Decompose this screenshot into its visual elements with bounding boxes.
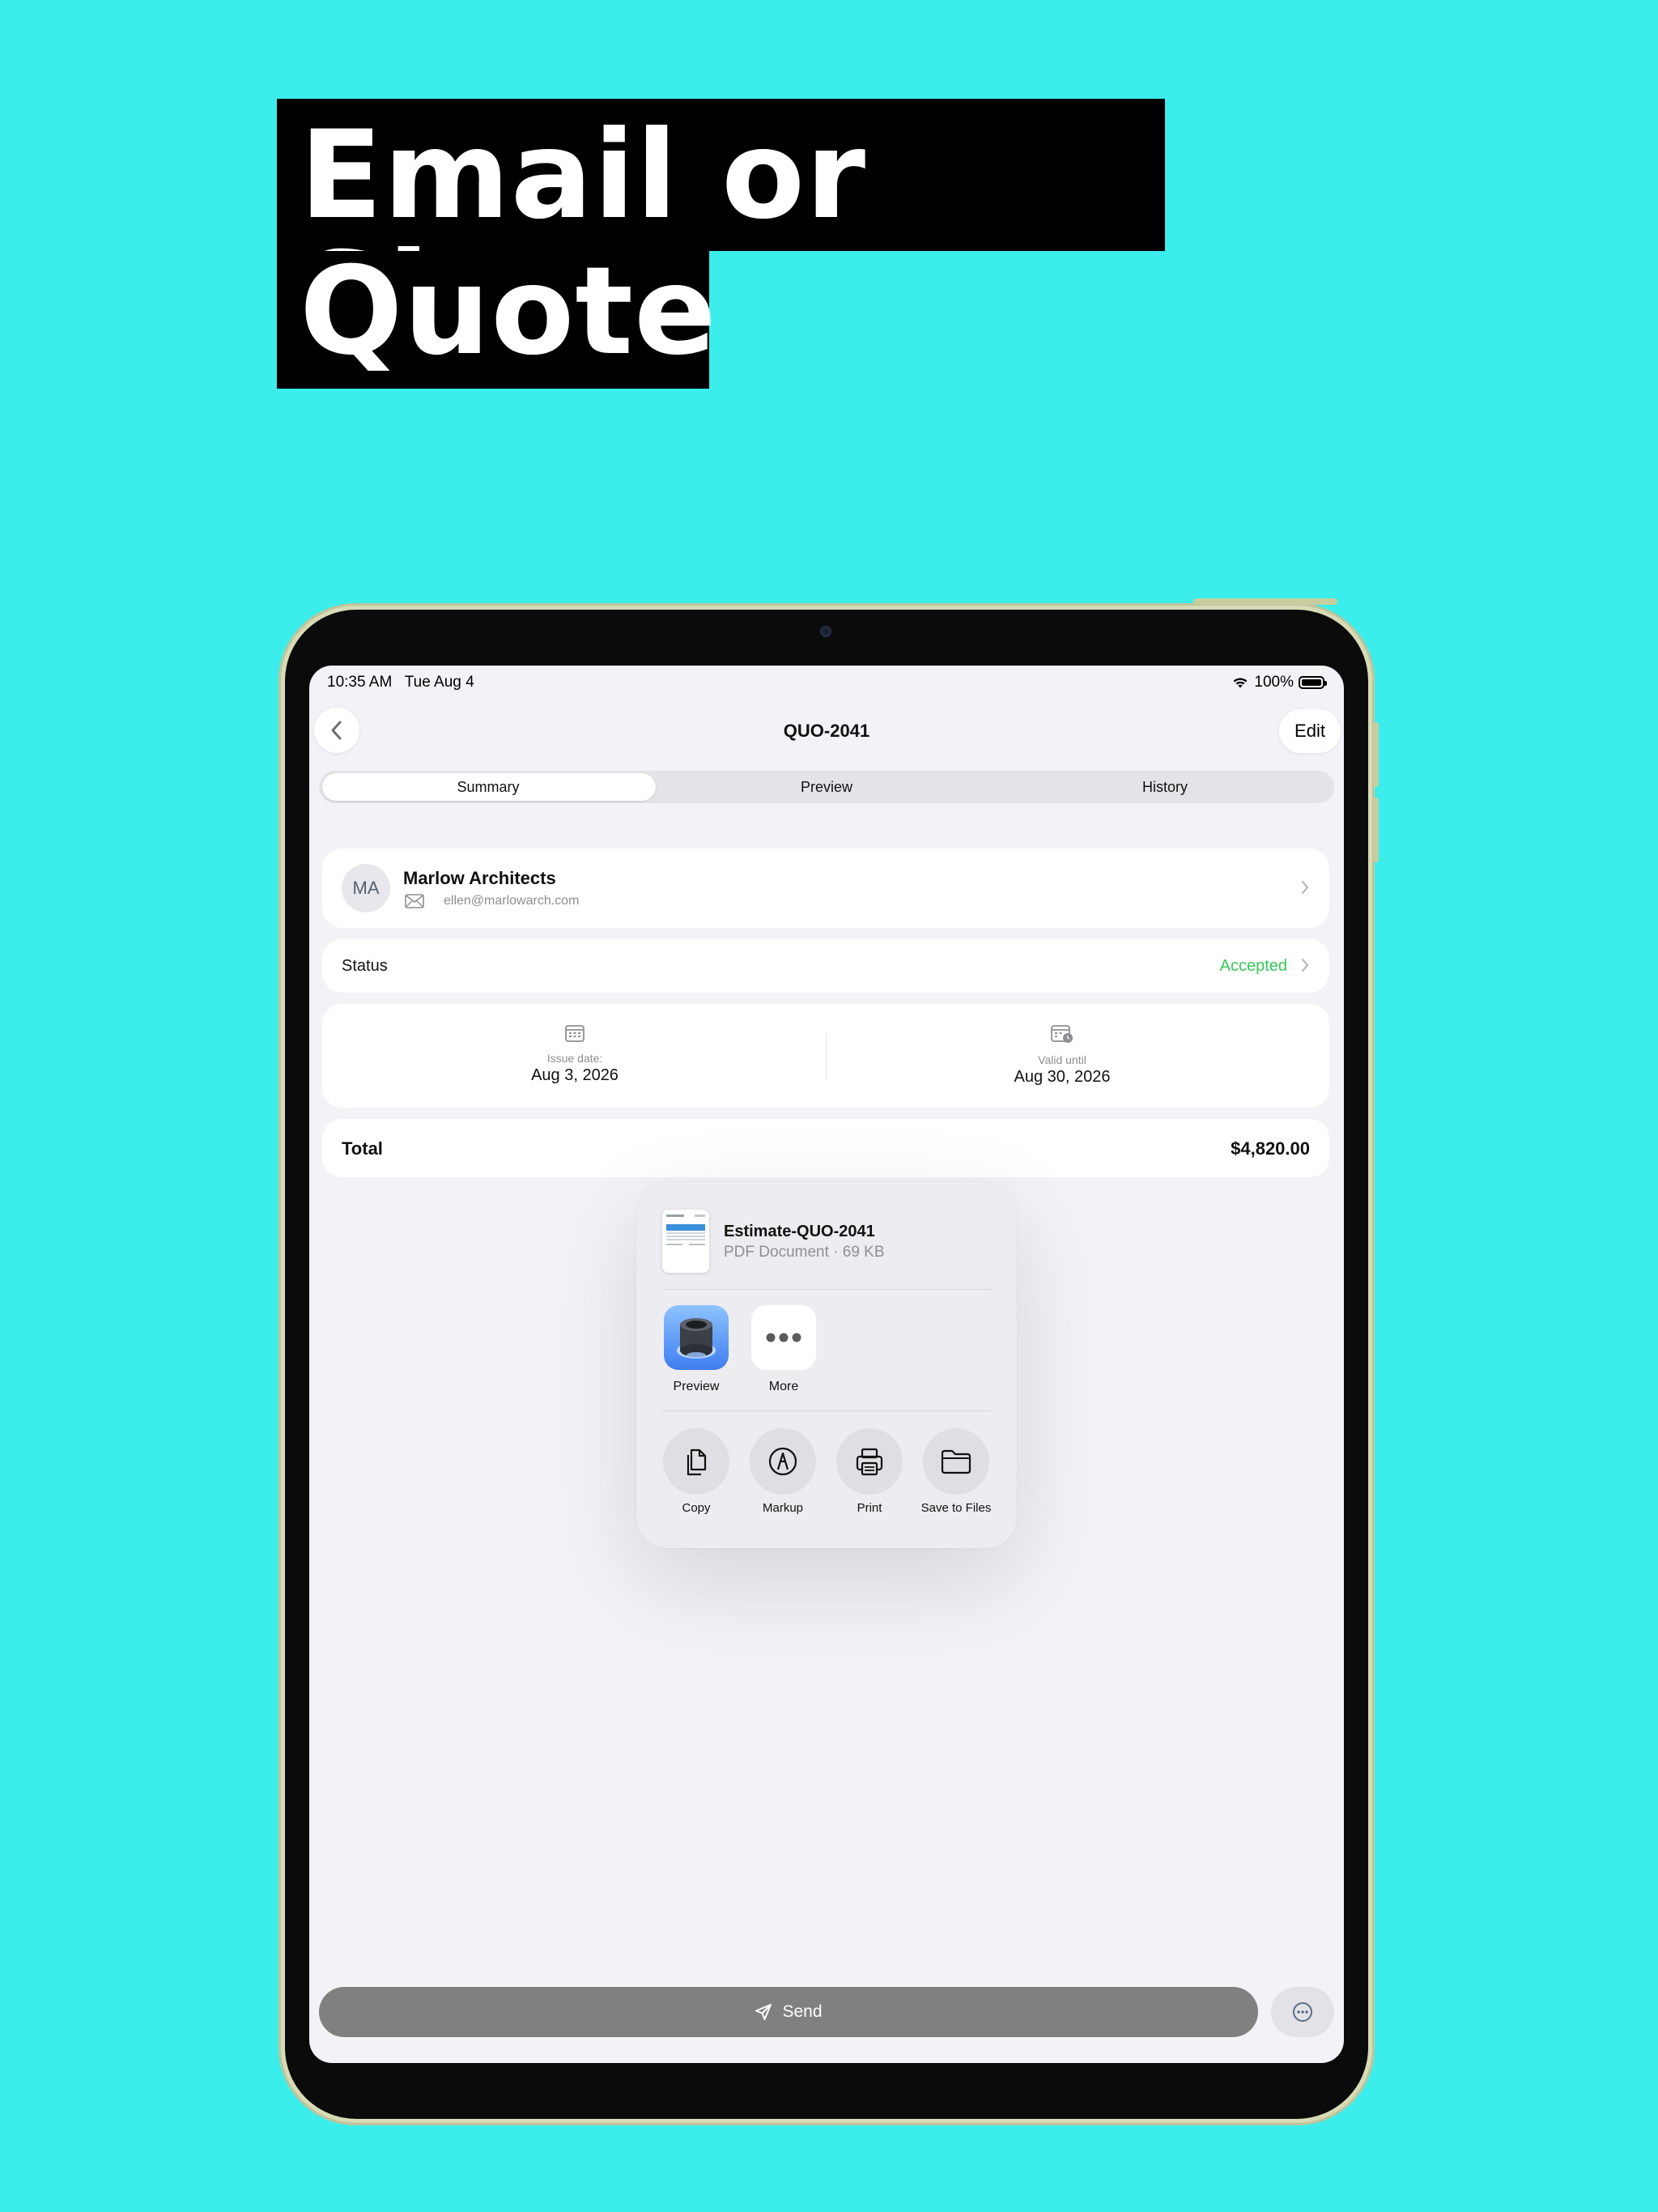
segmented-tabs: Summary Preview History [319,771,1334,803]
avatar: MA [342,864,390,912]
shared-file-name: Estimate-QUO-2041 [724,1223,875,1240]
chevron-right-icon [1302,959,1309,972]
client-card[interactable]: MA Marlow Architects ellen@marlowarch.co… [322,849,1329,928]
edit-button[interactable]: Edit [1279,709,1341,753]
paper-plane-icon [755,2004,772,2020]
send-button[interactable]: Send [319,1987,1258,2037]
wifi-icon [1233,678,1248,688]
calendar-icon [565,1025,585,1042]
markup-button[interactable] [750,1428,816,1495]
status-label: Status [342,957,388,975]
total-amount: $4,820.00 [1231,1138,1310,1159]
chevron-right-icon [1302,881,1309,894]
app-screen: 10:35 AM Tue Aug 4 100% QUO-2041 Edit Su… [309,666,1344,2063]
battery-icon [1299,676,1327,689]
client-name: Marlow Architects [403,868,556,888]
issue-date-value: Aug 3, 2026 [531,1066,619,1084]
action-label-save-to-files: Save to Files [920,1501,992,1515]
valid-until-label: Valid until [1038,1053,1086,1066]
volume-up-button [1373,722,1379,787]
sheet-divider [662,1289,991,1290]
save-to-files-button[interactable] [923,1428,989,1495]
print-button[interactable] [836,1428,903,1495]
copy-button[interactable] [663,1428,729,1495]
dates-divider [826,1033,827,1078]
status-date: Tue Aug 4 [404,674,474,691]
document-preview-icon [662,1210,709,1273]
copy-icon [687,1448,707,1476]
preview-app-icon[interactable] [664,1305,729,1370]
pdf-thumbnail [662,1210,709,1273]
send-label: Send [782,2002,823,2021]
markup-icon [768,1447,797,1476]
sheet-divider [662,1410,991,1411]
tab-history[interactable]: History [996,771,1334,803]
loupe-icon [677,1318,716,1359]
share-sheet: Estimate-QUO-2041 PDF Document · 69 KB P… [636,1182,1017,1548]
status-bar-clock: 10:35 AM Tue Aug 4 [327,674,474,691]
calendar-clock-icon [1051,1025,1073,1043]
volume-down-button [1373,798,1379,862]
client-email: ellen@marlowarch.com [444,894,580,908]
envelope-icon [405,894,424,908]
app-label-more: More [768,1380,799,1393]
status-bar-right: 100% [1231,674,1327,691]
app-label-preview: Preview [673,1380,720,1393]
more-dots-icon [766,1333,801,1342]
headline-line-2: Quote [277,251,716,389]
valid-until-value: Aug 30, 2026 [1014,1068,1111,1086]
tab-summary[interactable]: Summary [319,771,657,803]
headline-line-1: Email or Share [277,99,1165,358]
top-button [1193,598,1337,605]
more-options-button[interactable] [1271,1987,1334,2037]
status-row[interactable]: Status Accepted [322,939,1329,993]
front-camera [820,626,831,637]
issue-date-label: Issue date: [546,1052,603,1065]
battery-percent: 100% [1254,674,1294,691]
status-time: 10:35 AM [327,674,393,691]
print-icon [856,1448,883,1476]
valid-until-block[interactable]: Valid until Aug 30, 2026 [900,1023,1224,1087]
total-label: Total [342,1138,383,1159]
tab-preview[interactable]: Preview [657,771,996,803]
dates-card: Issue date: Aug 3, 2026 Valid until Aug … [322,1004,1329,1108]
page-title: QUO-2041 [783,721,870,741]
total-row: Total $4,820.00 [322,1119,1329,1177]
folder-icon [941,1449,971,1474]
more-apps-button[interactable] [751,1305,816,1370]
ellipsis-circle-icon [1293,2002,1312,2022]
shared-file-info: PDF Document · 69 KB [724,1244,885,1261]
status-badge: Accepted [1219,957,1287,975]
issue-date-block[interactable]: Issue date: Aug 3, 2026 [413,1023,737,1085]
